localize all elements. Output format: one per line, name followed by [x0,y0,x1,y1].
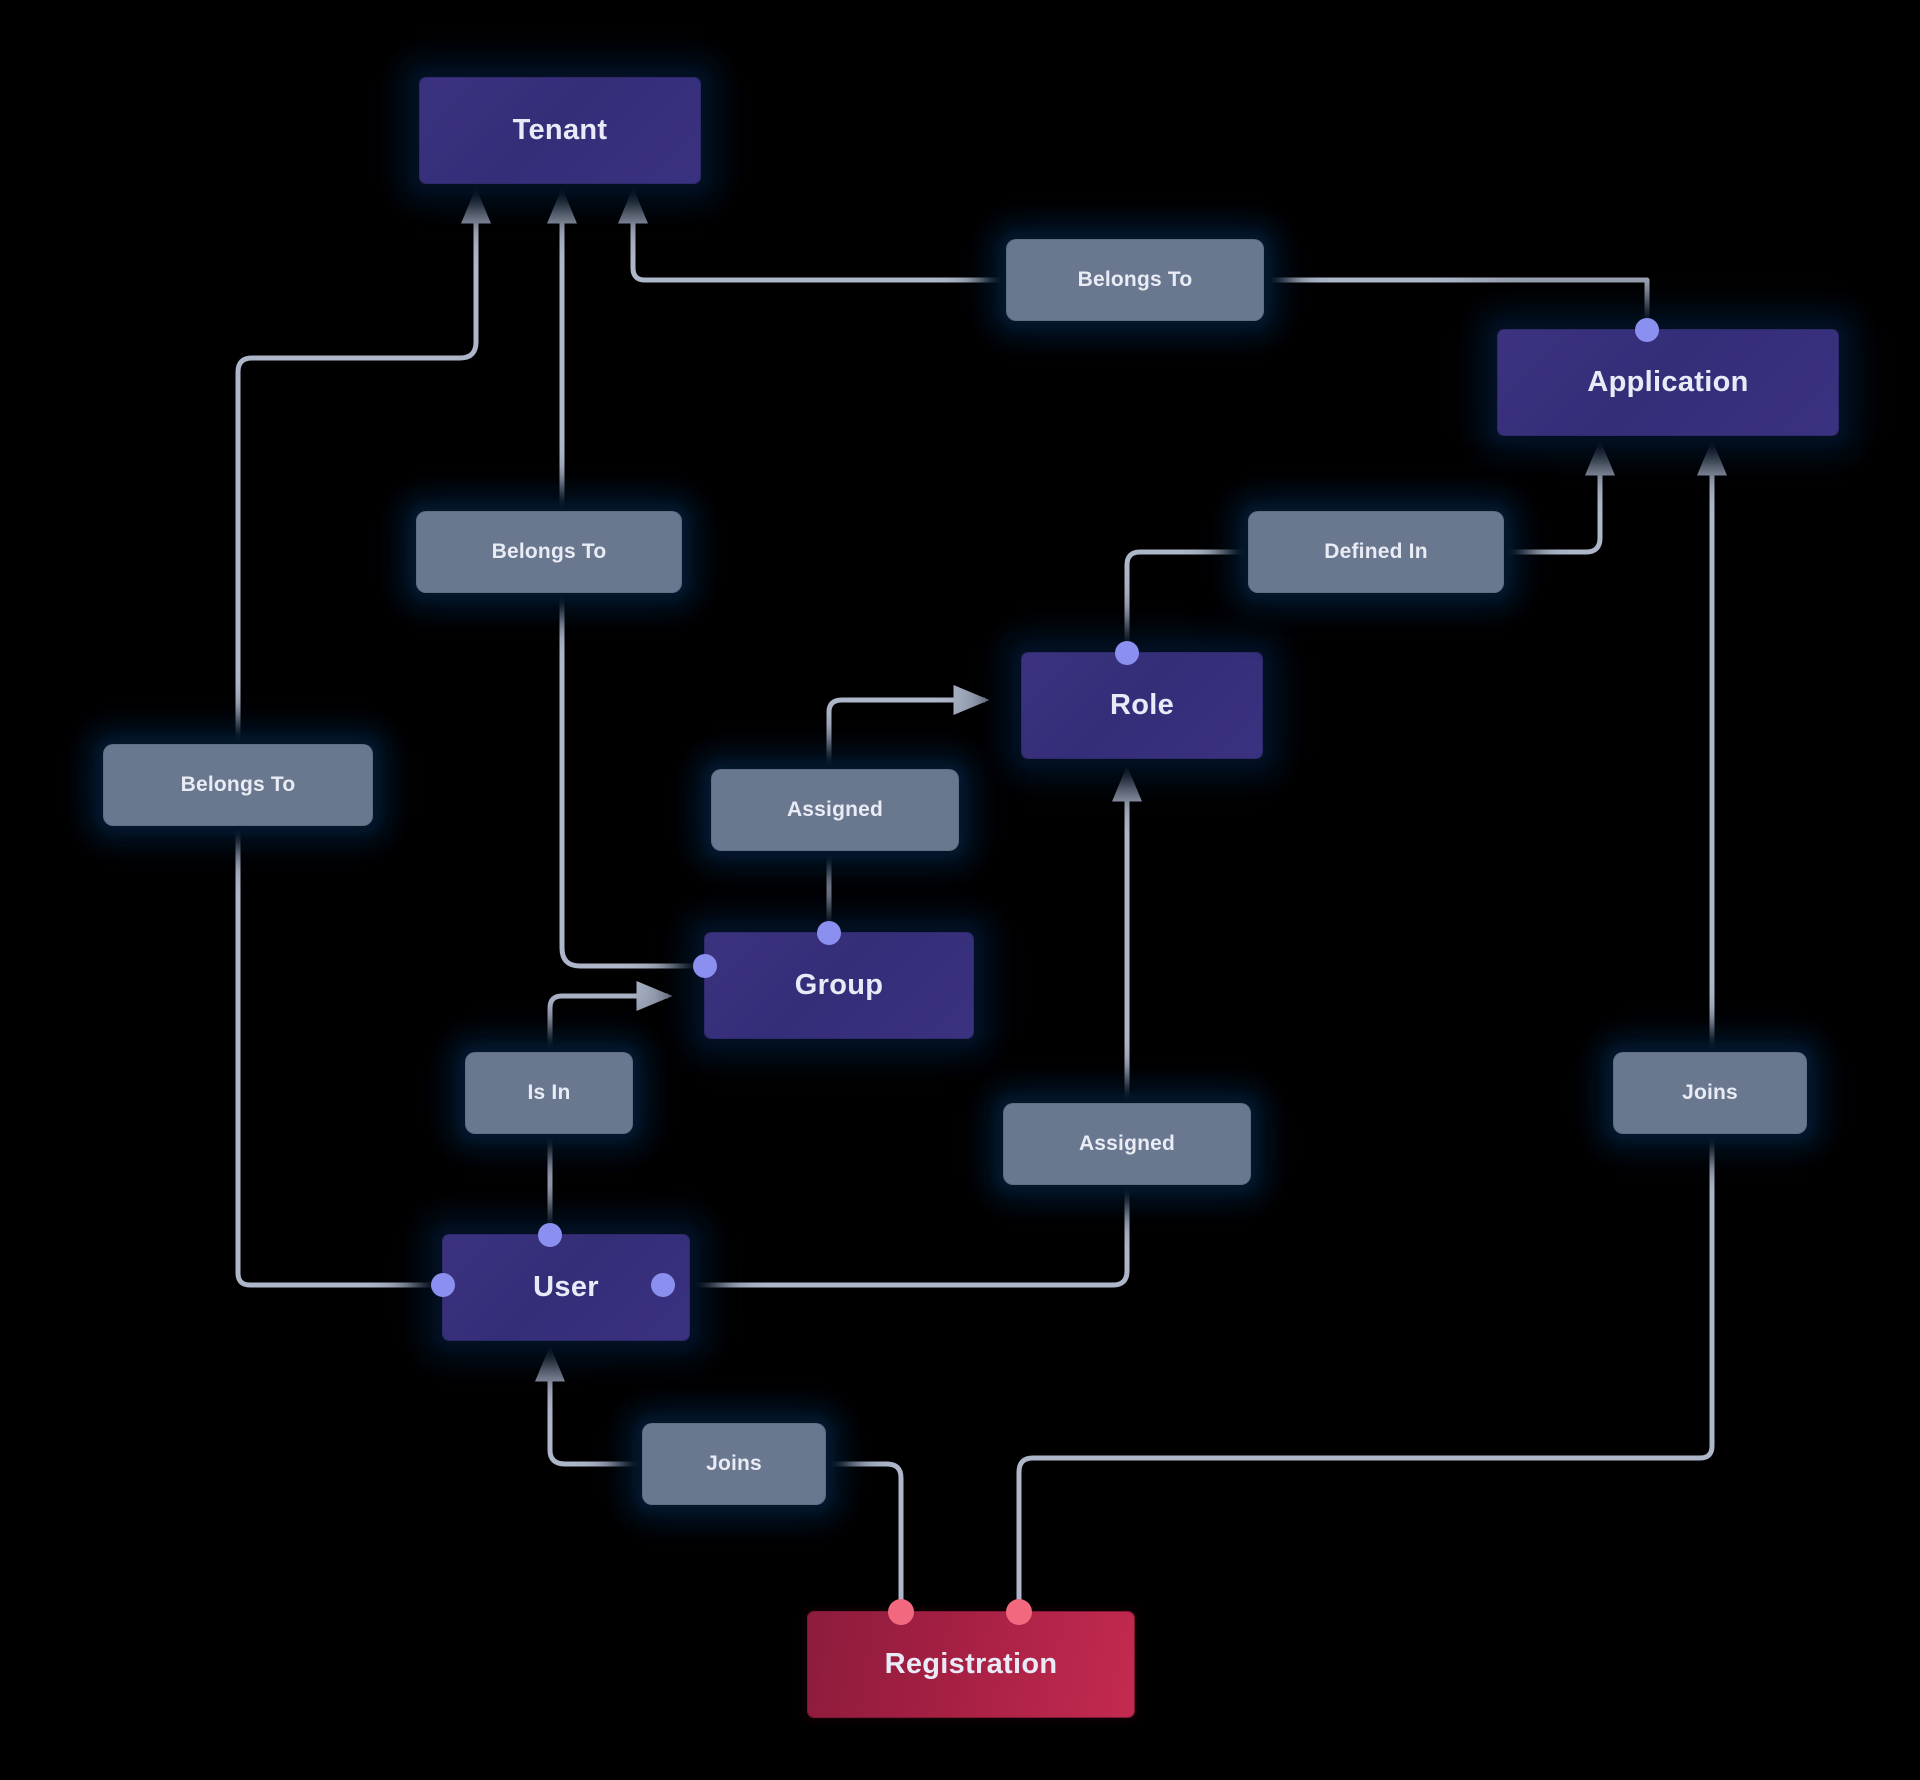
edge-registration-joins-app-lower [1016,1133,1715,1612]
edge-user-belongsto-upper [235,187,491,742]
connection-dot-registration-left[interactable] [888,1599,914,1625]
relationship-label-text: Assigned [786,798,884,821]
relationship-label-group-belongs-to-tenant[interactable]: Belongs To [417,512,681,592]
edge-role-definedin-left [1124,549,1249,653]
edge-application-belongsto-right [1272,277,1650,330]
relationship-label-group-assigned-role[interactable]: Assigned [712,770,958,850]
entity-label-registration: Registration [884,1647,1058,1680]
relationship-label-application-joins-registration[interactable]: Joins [1614,1053,1806,1133]
connection-dot-user-left[interactable] [431,1273,455,1297]
entity-label-application: Application [1587,365,1749,398]
connection-dot-group-left[interactable] [693,954,717,978]
edge-user-assigned-lower [663,1184,1130,1288]
relationship-label-role-defined-in-application[interactable]: Defined In [1249,512,1503,592]
edge-registration-joins-user-left [535,1345,643,1467]
relationship-label-text: Joins [1682,1081,1738,1104]
edge-user-isin-upper [547,981,673,1053]
entity-label-role: Role [1109,688,1175,721]
relationship-label-text: Defined In [1324,540,1428,563]
edge-registration-joins-user-right [825,1461,904,1612]
edge-group-assigned-upper [826,685,990,770]
connection-dot-registration-right[interactable] [1006,1599,1032,1625]
connection-dot-application-top[interactable] [1635,318,1659,342]
relationship-label-user-is-in-group[interactable]: Is In [466,1053,632,1133]
relationship-label-text: Assigned [1078,1132,1176,1155]
connection-dot-group-top[interactable] [817,921,841,945]
entity-label-user: User [533,1270,599,1303]
relationship-label-application-belongs-to-tenant[interactable]: Belongs To [1007,240,1263,320]
edge-role-definedin-right [1503,439,1615,555]
entity-node-tenant[interactable]: Tenant [420,78,700,183]
entity-label-group: Group [794,968,884,1001]
entity-node-group[interactable]: Group [705,933,973,1038]
relationship-label-user-belongs-to-tenant[interactable]: Belongs To [104,745,372,825]
relationship-label-text: Joins [706,1452,762,1475]
edge-layer [235,187,1727,1612]
connection-dot-user-top[interactable] [538,1223,562,1247]
relationship-label-user-assigned-role[interactable]: Assigned [1004,1104,1250,1184]
entity-node-registration[interactable]: Registration [808,1612,1134,1717]
entity-label-tenant: Tenant [512,113,608,146]
relationship-label-text: Belongs To [491,540,607,563]
relationship-label-text: Belongs To [1077,268,1193,291]
connection-dot-role-top[interactable] [1115,641,1139,665]
edge-application-belongsto-left [618,187,1007,283]
entity-node-role[interactable]: Role [1022,653,1262,758]
edge-user-belongsto-lower [235,828,443,1288]
entity-node-application[interactable]: Application [1498,330,1838,435]
connection-dot-user-right[interactable] [651,1273,675,1297]
relationship-label-text: Is In [527,1081,571,1104]
relationship-label-text: Belongs To [180,773,296,796]
diagram-canvas: Tenant Application Role Group User Regis… [0,0,1920,1780]
relationship-label-user-joins-registration[interactable]: Joins [643,1424,825,1504]
